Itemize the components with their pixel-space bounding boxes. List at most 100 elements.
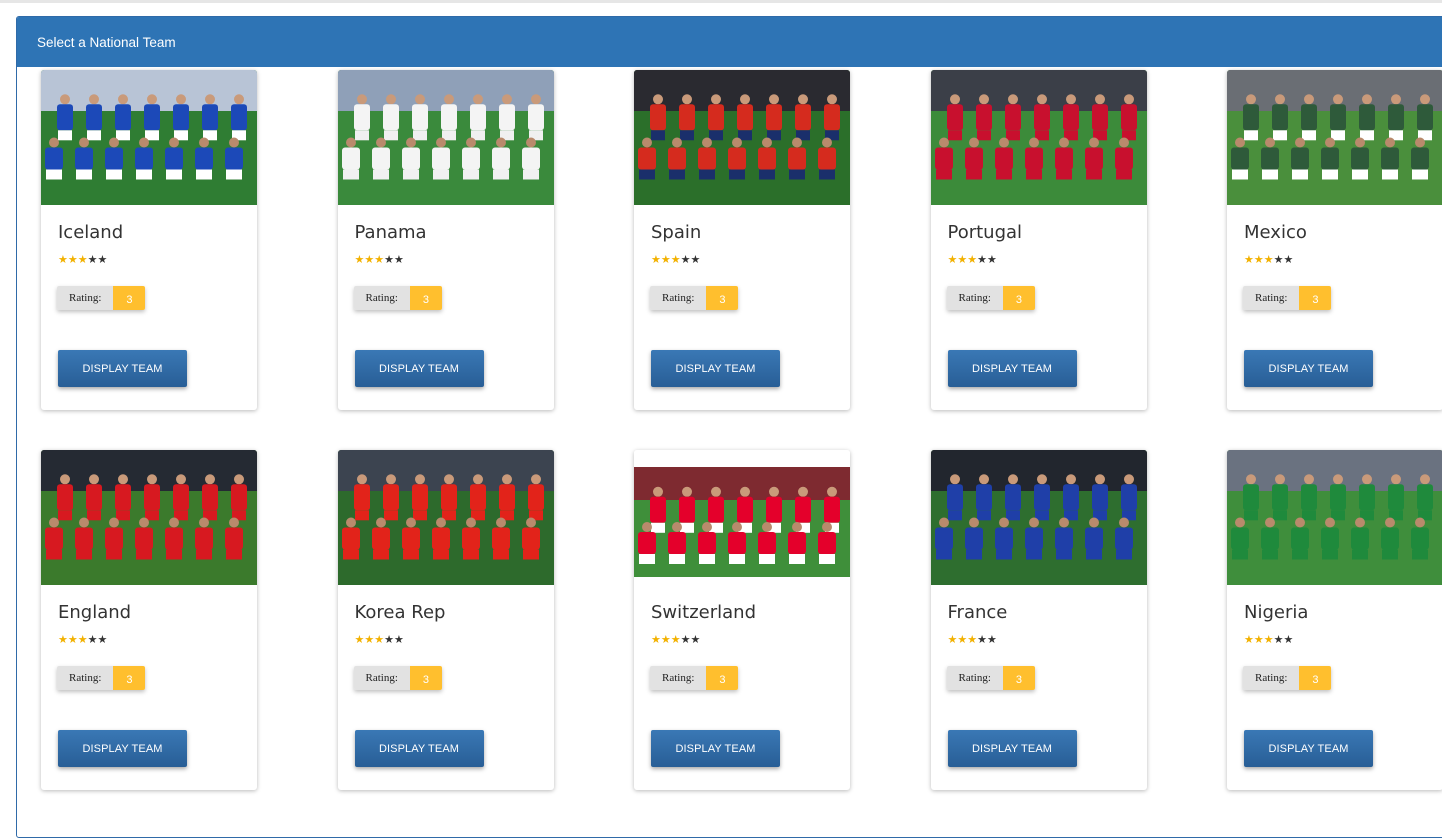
star-icon: ★ <box>67 254 78 266</box>
star-icon: ★ <box>1253 634 1264 646</box>
rating-badge: Rating: 3 <box>57 286 146 310</box>
rating-label: Rating: <box>946 666 1003 690</box>
star-rating: ★★★★★ <box>355 635 404 646</box>
star-icon: ★ <box>384 634 394 646</box>
team-grid: Iceland ★★★★★ Rating: 3 DISPLAY TEAM Panama ★★… <box>41 70 1442 790</box>
star-icon: ★ <box>67 634 78 646</box>
star-rating: ★★★★★ <box>651 255 700 266</box>
team-card-england: England ★★★★★ Rating: 3 DISPLAY TEAM <box>41 450 257 790</box>
display-team-button[interactable]: DISPLAY TEAM <box>651 730 780 767</box>
team-name: Switzerland <box>651 602 756 623</box>
rating-label: Rating: <box>353 666 410 690</box>
star-icon: ★ <box>1273 254 1284 266</box>
team-name: Mexico <box>1244 222 1307 243</box>
team-card-panama: Panama ★★★★★ Rating: 3 DISPLAY TEAM <box>337 70 554 410</box>
display-team-button[interactable]: DISPLAY TEAM <box>1244 350 1373 387</box>
star-icon: ★ <box>354 254 365 266</box>
rating-badge: Rating: 3 <box>650 286 739 310</box>
star-icon: ★ <box>690 254 701 266</box>
top-divider <box>0 0 1442 3</box>
rating-badge: Rating: 3 <box>1243 286 1332 310</box>
star-icon: ★ <box>957 634 968 646</box>
star-icon: ★ <box>987 254 997 266</box>
star-icon: ★ <box>680 254 691 266</box>
team-photo <box>930 70 1147 205</box>
star-icon: ★ <box>1273 634 1284 646</box>
display-team-button[interactable]: DISPLAY TEAM <box>354 730 484 767</box>
rating-label: Rating: <box>353 286 410 310</box>
rating-label: Rating: <box>650 286 707 310</box>
star-rating: ★★★★★ <box>651 635 700 646</box>
star-icon: ★ <box>364 634 375 646</box>
panel-title: Select a National Team <box>37 34 176 50</box>
rating-value: 3 <box>1299 286 1332 310</box>
display-team-button[interactable]: DISPLAY TEAM <box>1244 730 1373 767</box>
display-team-button[interactable]: DISPLAY TEAM <box>947 350 1077 387</box>
star-icon: ★ <box>670 254 681 266</box>
team-photo <box>930 450 1147 585</box>
star-rating: ★★★★★ <box>58 635 107 646</box>
star-icon: ★ <box>354 634 365 646</box>
display-team-button[interactable]: DISPLAY TEAM <box>354 350 484 387</box>
team-card-mexico: Mexico ★★★★★ Rating: 3 DISPLAY TEAM <box>1227 70 1442 410</box>
display-team-button[interactable]: DISPLAY TEAM <box>58 350 187 387</box>
star-icon: ★ <box>660 254 671 266</box>
rating-value: 3 <box>1002 286 1035 310</box>
rating-value: 3 <box>113 666 146 690</box>
star-icon: ★ <box>384 254 394 266</box>
star-icon: ★ <box>977 254 987 266</box>
star-icon: ★ <box>947 254 958 266</box>
star-icon: ★ <box>977 634 987 646</box>
team-name: Korea Rep <box>354 602 446 623</box>
star-rating: ★★★★★ <box>948 255 997 266</box>
star-rating: ★★★★★ <box>948 635 997 646</box>
team-card-france: France ★★★★★ Rating: 3 DISPLAY TEAM <box>930 450 1147 790</box>
team-photo <box>337 450 554 585</box>
star-icon: ★ <box>374 634 385 646</box>
rating-value: 3 <box>1299 666 1332 690</box>
star-icon: ★ <box>967 634 978 646</box>
rating-value: 3 <box>409 666 442 690</box>
rating-label: Rating: <box>1243 286 1300 310</box>
star-icon: ★ <box>987 634 997 646</box>
rating-badge: Rating: 3 <box>946 286 1035 310</box>
star-icon: ★ <box>1283 254 1294 266</box>
team-card-korea-rep: Korea Rep ★★★★★ Rating: 3 DISPLAY TEAM <box>337 450 554 790</box>
star-rating: ★★★★★ <box>355 255 404 266</box>
team-photo <box>1227 70 1442 205</box>
rating-value: 3 <box>409 286 442 310</box>
star-icon: ★ <box>77 254 88 266</box>
star-icon: ★ <box>690 634 701 646</box>
star-icon: ★ <box>1244 634 1254 646</box>
rating-label: Rating: <box>650 666 707 690</box>
team-card-iceland: Iceland ★★★★★ Rating: 3 DISPLAY TEAM <box>41 70 257 410</box>
team-photo <box>41 70 257 205</box>
rating-label: Rating: <box>946 286 1003 310</box>
star-rating: ★★★★★ <box>58 255 107 266</box>
star-icon: ★ <box>1263 634 1274 646</box>
rating-value: 3 <box>706 666 739 690</box>
team-name: Spain <box>651 222 702 243</box>
rating-value: 3 <box>1002 666 1035 690</box>
star-icon: ★ <box>670 634 681 646</box>
rating-badge: Rating: 3 <box>650 666 739 690</box>
star-icon: ★ <box>1244 254 1254 266</box>
team-card-spain: Spain ★★★★★ Rating: 3 DISPLAY TEAM <box>634 70 850 410</box>
team-name: England <box>58 602 132 623</box>
star-icon: ★ <box>967 254 978 266</box>
team-card-switzerland: Switzerland ★★★★★ Rating: 3 DISPLAY TEAM <box>634 450 850 790</box>
star-icon: ★ <box>957 254 968 266</box>
display-team-button[interactable]: DISPLAY TEAM <box>947 730 1077 767</box>
rating-badge: Rating: 3 <box>57 666 146 690</box>
rating-label: Rating: <box>57 666 114 690</box>
team-name: Portugal <box>947 222 1023 243</box>
star-icon: ★ <box>394 254 404 266</box>
rating-badge: Rating: 3 <box>1243 666 1332 690</box>
display-team-button[interactable]: DISPLAY TEAM <box>58 730 187 767</box>
star-icon: ★ <box>87 254 98 266</box>
team-card-nigeria: Nigeria ★★★★★ Rating: 3 DISPLAY TEAM <box>1227 450 1442 790</box>
display-team-button[interactable]: DISPLAY TEAM <box>651 350 780 387</box>
star-icon: ★ <box>77 634 88 646</box>
rating-badge: Rating: 3 <box>353 666 442 690</box>
team-name: France <box>947 602 1008 623</box>
